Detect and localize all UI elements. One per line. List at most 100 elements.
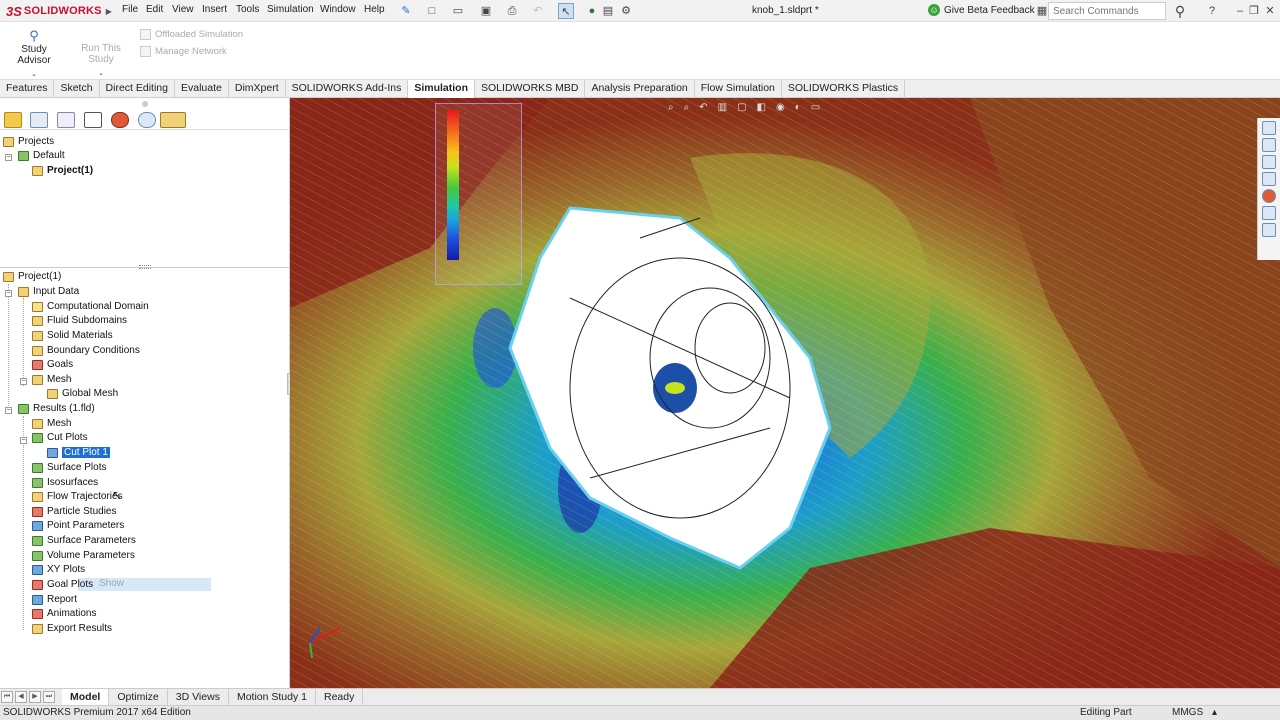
tab-3d-views[interactable]: 3D Views — [168, 689, 229, 705]
units-chevron-icon[interactable]: ▴ — [1212, 707, 1217, 718]
help-icon[interactable]: ? — [1204, 3, 1220, 19]
tree-cut-plot-1[interactable]: Cut Plot 1 — [47, 447, 110, 458]
tree-project-root[interactable]: Project(1) — [3, 271, 61, 282]
menu-help[interactable]: Help — [364, 4, 385, 15]
options-icon[interactable]: ⚙ — [618, 3, 634, 19]
run-dropdown[interactable]: - — [68, 69, 134, 80]
tree-particle-studies[interactable]: Particle Studies — [32, 506, 116, 517]
tree-project-1[interactable]: Project(1) — [32, 165, 93, 176]
appearance-edit-icon[interactable]: ◐ — [795, 102, 801, 113]
home-icon[interactable] — [1262, 121, 1276, 135]
section-view-icon[interactable]: ▥ — [718, 102, 727, 113]
tab-sketch[interactable]: Sketch — [54, 80, 100, 98]
results-toggle-icon[interactable]: − — [5, 407, 12, 414]
select-icon[interactable]: ↖ — [558, 3, 574, 19]
mesh-toggle-icon[interactable]: − — [20, 378, 27, 385]
menu-window[interactable]: Window — [320, 4, 356, 15]
zoom-to-fit-icon[interactable]: ⌕ — [668, 102, 674, 113]
rebuild-icon[interactable]: ▤ — [600, 3, 616, 19]
tree-projects[interactable]: Projects — [3, 136, 54, 147]
tree-cut-plots[interactable]: Cut Plots — [32, 432, 88, 443]
view-palette-icon[interactable] — [1262, 172, 1276, 186]
tree-boundary-conditions[interactable]: Boundary Conditions — [32, 345, 140, 356]
expand-toggle-icon[interactable]: − — [5, 154, 12, 161]
tab-flow-simulation[interactable]: Flow Simulation — [695, 80, 782, 98]
forum-icon[interactable] — [1262, 223, 1276, 237]
tree-goal-plots[interactable]: Goal Plots — [32, 579, 93, 590]
tree-volume-parameters[interactable]: Volume Parameters — [32, 550, 135, 561]
tab-evaluate[interactable]: Evaluate — [175, 80, 229, 98]
last-tab-icon[interactable]: ⏭ — [43, 691, 55, 703]
new-doc-icon[interactable]: □ — [424, 3, 440, 19]
display-style-icon[interactable]: ◧ — [757, 102, 766, 113]
tree-default[interactable]: Default — [18, 150, 65, 161]
tab-model[interactable]: Model — [62, 689, 110, 705]
splitter-grip-icon[interactable] — [139, 265, 151, 269]
tree-global-mesh[interactable]: Global Mesh — [47, 388, 118, 399]
undo-icon[interactable]: ↶ — [530, 3, 546, 19]
input-data-toggle-icon[interactable]: − — [5, 290, 12, 297]
tab-features[interactable]: Features — [0, 80, 55, 98]
traffic-light-icon[interactable]: ● — [584, 3, 600, 19]
open-icon[interactable]: ▭ — [450, 3, 466, 19]
next-tab-icon[interactable]: ▶ — [29, 691, 41, 703]
tree-results[interactable]: Results (1.fld) — [18, 403, 95, 414]
solidworks-logo[interactable]: 3S SOLIDWORKS ▶ — [6, 3, 112, 19]
file-explorer-icon[interactable] — [1262, 155, 1276, 169]
menu-insert[interactable]: Insert — [202, 4, 227, 15]
hide-show-icon[interactable]: ◉ — [776, 102, 785, 113]
tree-export-results[interactable]: Export Results — [32, 623, 112, 634]
configuration-manager-icon[interactable] — [57, 112, 75, 128]
beta-feedback-link[interactable]: ☺ Give Beta Feedback — [928, 4, 1035, 16]
cut-plots-toggle-icon[interactable]: − — [20, 437, 27, 444]
tree-input-data[interactable]: Input Data — [18, 286, 79, 297]
tab-addins[interactable]: SOLIDWORKS Add-Ins — [286, 80, 409, 98]
feature-tree-icon[interactable] — [4, 112, 22, 128]
offloaded-simulation-button[interactable]: Offloaded Simulation — [140, 29, 243, 40]
view-orientation-icon[interactable]: ▢ — [737, 102, 746, 113]
tab-mbd[interactable]: SOLIDWORKS MBD — [475, 80, 586, 98]
save-icon[interactable]: ▣ — [478, 3, 494, 19]
appearance-icon[interactable] — [111, 112, 129, 128]
motion-icon[interactable] — [138, 112, 156, 128]
tab-analysis-preparation[interactable]: Analysis Preparation — [585, 80, 695, 98]
run-this-study-button[interactable]: Run This Study - — [68, 28, 134, 80]
menu-file[interactable]: File — [122, 4, 138, 15]
prev-tab-icon[interactable]: ◀ — [15, 691, 27, 703]
tree-surface-parameters[interactable]: Surface Parameters — [32, 535, 136, 546]
tree-solid-materials[interactable]: Solid Materials — [32, 330, 113, 341]
tree-results-mesh[interactable]: Mesh — [32, 418, 71, 429]
tab-optimize[interactable]: Optimize — [109, 689, 168, 705]
tab-dimxpert[interactable]: DimXpert — [229, 80, 286, 98]
tree-report[interactable]: Report — [32, 594, 77, 605]
tree-surface-plots[interactable]: Surface Plots — [32, 462, 106, 473]
menu-view[interactable]: View — [172, 4, 194, 15]
color-legend[interactable]: · · · · · — [435, 103, 522, 285]
search-icon[interactable]: ⚲ — [1172, 3, 1188, 19]
tree-computational-domain[interactable]: Computational Domain — [32, 301, 149, 312]
tree-mesh[interactable]: Mesh — [32, 374, 71, 385]
flow-simulation-tab-icon[interactable] — [160, 112, 186, 128]
tree-isosurfaces[interactable]: Isosurfaces — [32, 477, 98, 488]
design-library-icon[interactable] — [1262, 138, 1276, 152]
appearances-icon[interactable] — [1262, 189, 1276, 203]
dimxpert-icon[interactable] — [84, 112, 102, 128]
tab-plastics[interactable]: SOLIDWORKS Plastics — [782, 80, 906, 98]
tree-goals[interactable]: Goals — [32, 359, 73, 370]
zoom-area-icon[interactable]: ⌕ — [684, 102, 690, 113]
custom-properties-icon[interactable] — [1262, 206, 1276, 220]
tab-simulation[interactable]: Simulation — [408, 80, 476, 98]
restore-icon[interactable]: ❐ — [1246, 3, 1262, 19]
menu-edit[interactable]: Edit — [146, 4, 163, 15]
menu-tools[interactable]: Tools — [236, 4, 259, 15]
tree-xy-plots[interactable]: XY Plots — [32, 564, 85, 575]
panel-grip-icon[interactable] — [142, 101, 148, 107]
menu-simulation[interactable]: Simulation — [267, 4, 314, 15]
logo-chevron-icon[interactable]: ▶ — [106, 7, 112, 16]
study-advisor-button[interactable]: ⚲ Study Advisor - — [4, 28, 64, 81]
manage-network-button[interactable]: Manage Network — [140, 46, 227, 57]
previous-view-icon[interactable]: ↶ — [699, 102, 707, 113]
units-selector[interactable]: MMGS — [1172, 707, 1203, 718]
pin-icon[interactable]: ✎ — [398, 3, 414, 19]
property-manager-icon[interactable] — [30, 112, 48, 128]
